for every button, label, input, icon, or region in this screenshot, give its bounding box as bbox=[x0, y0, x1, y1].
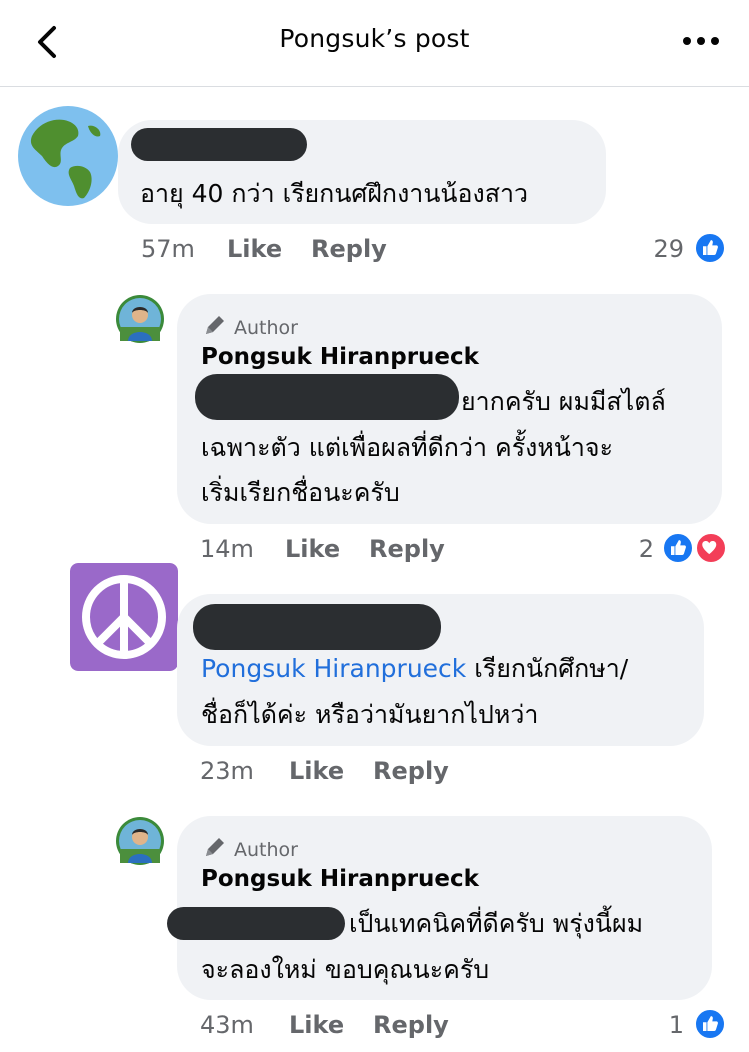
author-badge: Author bbox=[202, 834, 298, 861]
comment-time: 23m bbox=[200, 757, 254, 785]
comment-time: 14m bbox=[200, 535, 254, 563]
reaction-count: 1 bbox=[668, 1011, 684, 1039]
reaction-count: 2 bbox=[638, 535, 654, 563]
comment-text-line-1: ยากครับ ผมมีสไตล์ bbox=[461, 387, 666, 416]
reaction-count: 29 bbox=[653, 235, 684, 263]
pencil-icon bbox=[206, 838, 224, 856]
comment-time: 57m bbox=[141, 235, 195, 263]
like-button[interactable]: Like bbox=[285, 535, 340, 563]
like-button[interactable]: Like bbox=[289, 1011, 344, 1039]
author-avatar[interactable] bbox=[116, 817, 164, 865]
reply-button[interactable]: Reply bbox=[311, 235, 387, 263]
comment-text-line-2: ชื่อก็ได้ค่ะ หรือว่ามันยากไปหว่า bbox=[201, 700, 539, 729]
comment-text-line-1: Pongsuk Hiranprueck เรียกนักศึกษา/ bbox=[201, 654, 629, 683]
comment-text: อายุ 40 กว่า เรียกนศฝึกงานน้องสาว bbox=[140, 179, 529, 208]
comment-bubble[interactable]: Author Pongsuk Hiranprueck ยากครับ ผมมีส… bbox=[177, 294, 722, 524]
redacted-name bbox=[193, 604, 441, 650]
comment-text-line-1: เป็นเทคนิคที่ดีครับ พรุ่งนี้ผม bbox=[349, 909, 644, 938]
like-reaction-icon bbox=[694, 1008, 726, 1040]
reply-button[interactable]: Reply bbox=[373, 757, 449, 785]
author-badge: Author bbox=[202, 312, 298, 339]
redacted-mention bbox=[167, 907, 345, 940]
redacted-mention bbox=[195, 374, 459, 420]
commenter-name[interactable]: Pongsuk Hiranprueck bbox=[201, 344, 479, 370]
comment-text-line-2: จะลองใหม่ ขอบคุณนะครับ bbox=[201, 955, 490, 984]
globe-avatar[interactable] bbox=[18, 106, 118, 206]
author-avatar[interactable] bbox=[116, 295, 164, 343]
redacted-name bbox=[131, 128, 307, 161]
like-reaction-icon bbox=[662, 532, 694, 564]
like-button[interactable]: Like bbox=[289, 757, 344, 785]
love-reaction-icon bbox=[695, 532, 727, 564]
ellipsis-icon[interactable] bbox=[681, 26, 721, 56]
mention-link[interactable]: Pongsuk Hiranprueck bbox=[201, 654, 466, 683]
like-reaction-icon bbox=[694, 232, 726, 264]
comment-bubble[interactable]: Pongsuk Hiranprueck เรียกนักศึกษา/ ชื่อก… bbox=[177, 594, 704, 746]
reply-button[interactable]: Reply bbox=[369, 535, 445, 563]
pencil-icon bbox=[206, 316, 224, 334]
comment-text-line-3: เริ่มเรียกชื่อนะครับ bbox=[201, 478, 400, 507]
page-title: Pongsuk’s post bbox=[279, 24, 470, 53]
commenter-name[interactable]: Pongsuk Hiranprueck bbox=[201, 866, 479, 892]
comment-text-line-2: เฉพาะตัว แต่เพื่อผลที่ดีกว่า ครั้งหน้าจะ bbox=[201, 433, 614, 462]
post-header: Pongsuk’s post bbox=[0, 0, 749, 87]
comment-bubble[interactable]: อายุ 40 กว่า เรียกนศฝึกงานน้องสาว bbox=[118, 120, 606, 224]
comment-time: 43m bbox=[200, 1011, 254, 1039]
like-button[interactable]: Like bbox=[227, 235, 282, 263]
reply-button[interactable]: Reply bbox=[373, 1011, 449, 1039]
peace-sign-avatar[interactable] bbox=[70, 563, 178, 671]
comment-bubble[interactable]: Author Pongsuk Hiranprueck เป็นเทคนิคที่… bbox=[167, 816, 712, 1000]
